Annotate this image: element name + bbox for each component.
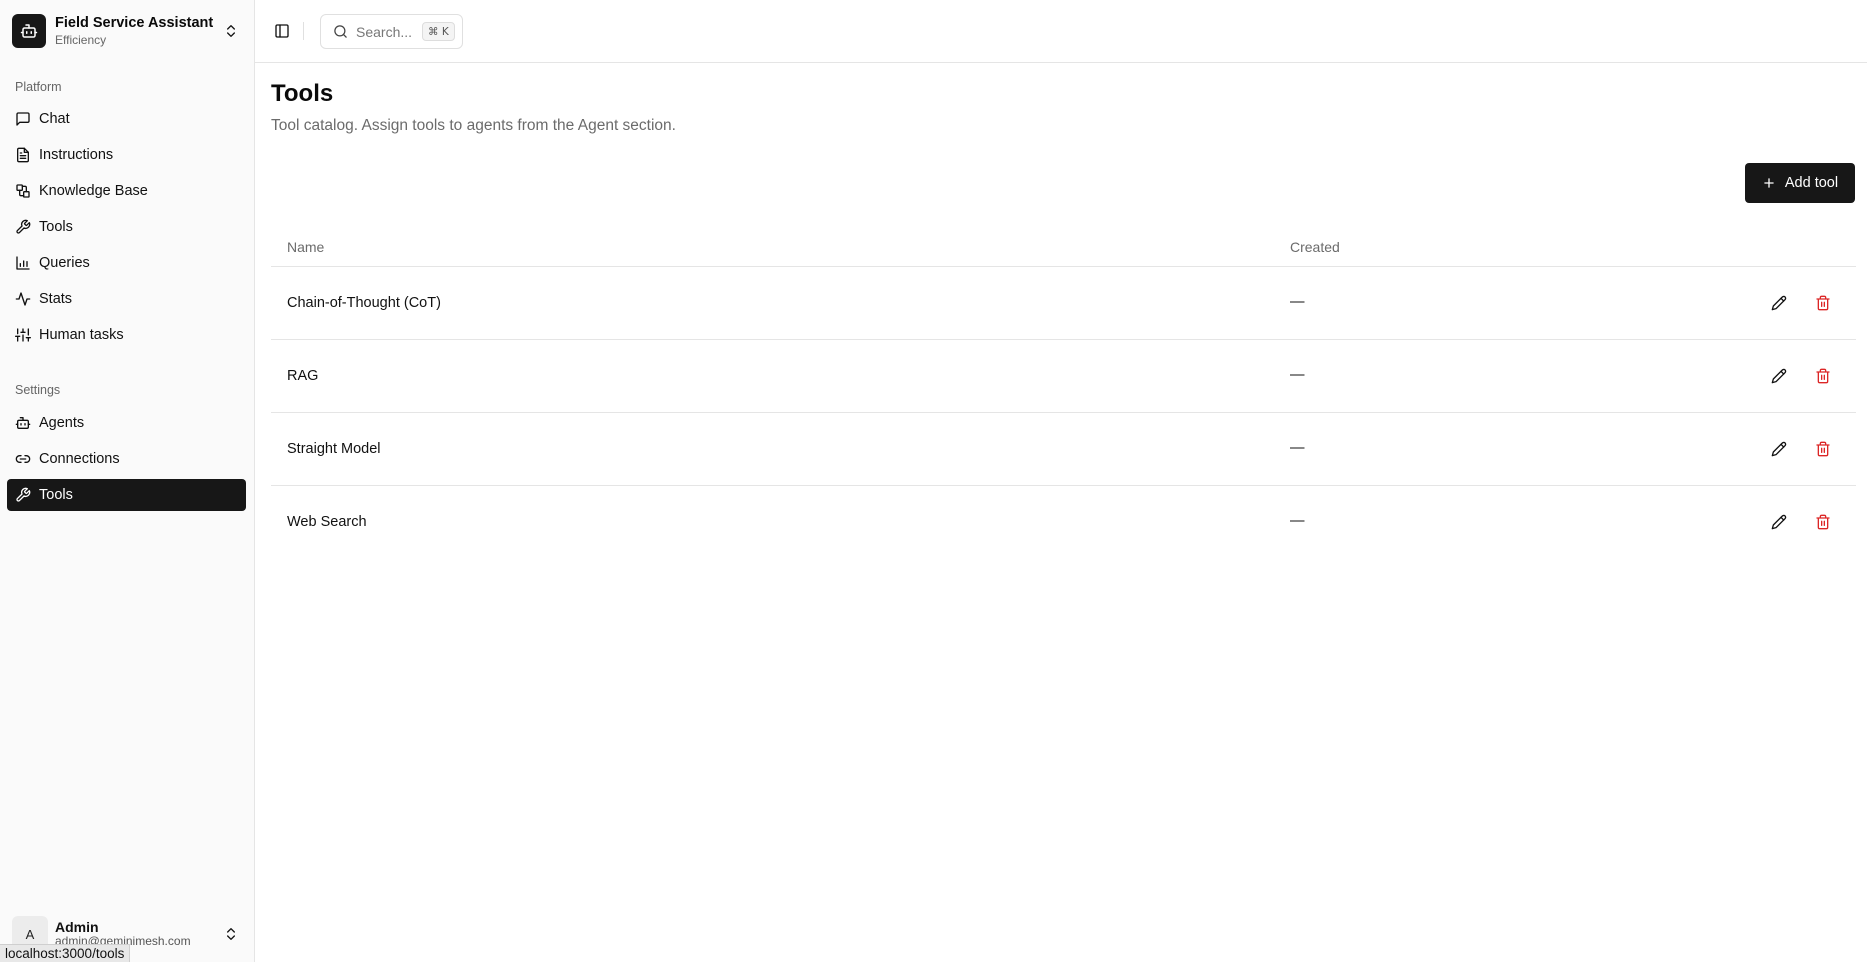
trash-icon: [1816, 295, 1830, 311]
tool-created: —: [1290, 367, 1305, 383]
page-title: Tools: [271, 80, 334, 107]
sidebar-item-instructions[interactable]: Instructions: [7, 139, 246, 171]
sidebar-item-label: Human tasks: [39, 327, 124, 343]
tools-table: Name Created Chain-of-Thought (CoT) — RA…: [271, 231, 1856, 559]
settings-nav: Agents Connections Tools: [7, 407, 246, 515]
edit-button[interactable]: [1769, 512, 1789, 532]
tool-created: —: [1290, 513, 1305, 529]
tool-created: —: [1290, 440, 1305, 456]
sidebar-item-knowledge-base[interactable]: Knowledge Base: [7, 175, 246, 207]
sidebar-item-chat[interactable]: Chat: [7, 103, 246, 135]
sidebar-item-label: Queries: [39, 255, 90, 271]
sidebar-item-agents[interactable]: Agents: [7, 407, 246, 439]
edit-button[interactable]: [1769, 293, 1789, 313]
sidebar-item-label: Knowledge Base: [39, 183, 148, 199]
table-row[interactable]: RAG —: [271, 340, 1856, 413]
page-description: Tool catalog. Assign tools to agents fro…: [271, 117, 676, 134]
add-tool-button[interactable]: Add tool: [1745, 163, 1855, 203]
sidebar-toggle-button[interactable]: [271, 20, 293, 42]
tool-name: RAG: [287, 368, 319, 384]
sidebar-item-label: Connections: [39, 451, 120, 467]
search-box[interactable]: ⌘ K: [320, 14, 463, 49]
user-name: Admin: [55, 919, 99, 936]
wrench-icon: [16, 487, 31, 502]
sidebar-item-stats[interactable]: Stats: [7, 283, 246, 315]
sidebar-item-queries[interactable]: Queries: [7, 247, 246, 279]
main-content: Tools Tool catalog. Assign tools to agen…: [255, 64, 1867, 962]
panel-left-icon: [275, 24, 289, 38]
sidebar-item-label: Tools: [39, 219, 73, 235]
edit-button[interactable]: [1769, 439, 1789, 459]
table-row[interactable]: Straight Model —: [271, 413, 1856, 486]
top-header: ⌘ K: [255, 0, 1867, 63]
delete-button[interactable]: [1813, 366, 1833, 386]
tool-name: Web Search: [287, 514, 367, 530]
search-icon: [334, 25, 347, 38]
message-square-icon: [16, 112, 30, 126]
tool-name: Straight Model: [287, 441, 381, 457]
tool-created: —: [1290, 294, 1305, 310]
trash-icon: [1816, 441, 1830, 457]
search-input[interactable]: [356, 23, 418, 40]
file-text-icon: [17, 147, 29, 163]
app-title: Field Service Assistant: [55, 14, 214, 31]
delete-button[interactable]: [1813, 439, 1833, 459]
delete-button[interactable]: [1813, 512, 1833, 532]
pencil-icon: [1771, 368, 1787, 384]
trash-icon: [1816, 368, 1830, 384]
sidebar-item-human-tasks[interactable]: Human tasks: [7, 319, 246, 351]
sidebar-item-label: Instructions: [39, 147, 114, 163]
chevrons-up-down-icon: [227, 25, 235, 37]
status-bar-url: localhost:3000/tools: [0, 944, 131, 962]
pencil-icon: [1771, 295, 1787, 311]
group-label-settings: Settings: [15, 383, 61, 397]
wrench-icon: [16, 219, 31, 234]
sidebar-item-tools-settings[interactable]: Tools: [7, 479, 246, 511]
edit-button[interactable]: [1769, 366, 1789, 386]
library-icon: [16, 184, 30, 198]
add-tool-label: Add tool: [1784, 175, 1839, 191]
table-row[interactable]: Web Search —: [271, 486, 1856, 559]
pencil-icon: [1771, 441, 1787, 457]
sidebar-item-label: Agents: [39, 415, 85, 431]
trash-icon: [1816, 514, 1830, 530]
sidebar-item-label: Tools: [39, 487, 73, 503]
link-icon: [15, 455, 31, 463]
table-row[interactable]: Chain-of-Thought (CoT) —: [271, 267, 1856, 340]
plus-icon: [1764, 178, 1774, 188]
tool-name: Chain-of-Thought (CoT): [287, 295, 441, 311]
bot-logo-icon: [12, 14, 46, 48]
sliders-icon: [15, 328, 31, 342]
chevrons-up-down-icon: [227, 928, 235, 940]
header-divider: [303, 22, 304, 40]
sidebar: Field Service Assistant Efficiency Platf…: [0, 0, 255, 962]
column-header-name: Name: [287, 239, 325, 255]
sidebar-item-connections[interactable]: Connections: [7, 443, 246, 475]
app-subtitle: Efficiency: [55, 33, 107, 47]
sidebar-item-label: Chat: [39, 111, 70, 127]
sidebar-item-tools[interactable]: Tools: [7, 211, 246, 243]
column-header-created: Created: [1290, 239, 1340, 255]
table-header: Name Created: [271, 231, 1856, 267]
sidebar-item-label: Stats: [39, 291, 73, 307]
bar-chart-icon: [16, 256, 30, 270]
bot-icon: [15, 417, 31, 429]
group-label-platform: Platform: [15, 80, 62, 94]
platform-nav: Chat Instructions Knowledge Base Tools Q…: [7, 103, 246, 355]
search-shortcut-badge: ⌘ K: [422, 22, 455, 41]
workspace-switcher[interactable]: Field Service Assistant Efficiency: [12, 12, 245, 50]
pencil-icon: [1771, 514, 1787, 530]
activity-icon: [15, 292, 31, 306]
delete-button[interactable]: [1813, 293, 1833, 313]
